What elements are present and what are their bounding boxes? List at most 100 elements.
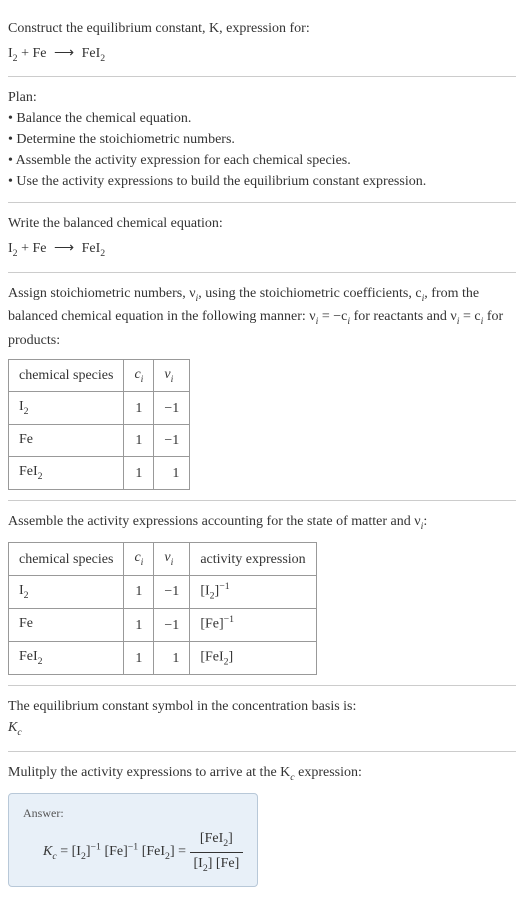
table-header-row: chemical species ci νi [9, 359, 190, 391]
eq-fei-sub: 2 [100, 53, 105, 64]
td-species: Fe [9, 424, 124, 456]
table-row: I2 1 −1 [I2]−1 [9, 575, 317, 608]
table-header-row: chemical species ci νi activity expressi… [9, 543, 317, 575]
eq-plus: + Fe [18, 46, 50, 61]
aci2: 1 [124, 642, 154, 675]
mt1: Mulitply the activity expressions to arr… [8, 765, 290, 780]
aci0: 1 [124, 575, 154, 608]
ath-ci: ci [124, 543, 154, 575]
stoich-table: chemical species ci νi I2 1 −1 Fe 1 −1 F… [8, 359, 190, 490]
table-row: FeI2 1 1 [FeI2] [9, 642, 317, 675]
th-species: chemical species [9, 359, 124, 391]
aci1: 1 [124, 608, 154, 641]
aeq: = [I [57, 844, 81, 859]
plan-item3: • Assemble the activity expression for e… [8, 150, 516, 171]
symbol-text: The equilibrium constant symbol in the c… [8, 696, 516, 717]
multiply-text: Mulitply the activity expressions to arr… [8, 762, 516, 785]
akc: K [43, 844, 52, 859]
asu1: −1 [224, 614, 234, 625]
td-species: FeI2 [9, 457, 124, 489]
intro-line1: Construct the equilibrium constant, K, e… [8, 21, 310, 36]
plan-heading: Plan: [8, 87, 516, 108]
table-row: FeI2 1 1 [9, 457, 190, 489]
ac2: ] [229, 650, 234, 665]
st4: = −c [318, 309, 347, 324]
beq-fei-sub: 2 [100, 248, 105, 259]
beq-fei: FeI [78, 241, 100, 256]
at2: : [423, 514, 427, 529]
fn1: [FeI [200, 831, 223, 846]
afei2: [FeI [138, 844, 165, 859]
frac-denominator: [I2] [Fe] [190, 853, 244, 876]
atd-species: FeI2 [9, 642, 124, 675]
sp1: Fe [19, 432, 33, 447]
symbol-section: The equilibrium constant symbol in the c… [8, 686, 516, 751]
plan-section: Plan: • Balance the chemical equation. •… [8, 77, 516, 203]
stoich-text: Assign stoichiometric numbers, νi, using… [8, 283, 516, 351]
eq-fei: FeI [78, 46, 100, 61]
ci0: 1 [124, 392, 154, 424]
afe: [Fe] [101, 844, 128, 859]
st2: , using the stoichiometric coefficients,… [198, 286, 421, 301]
ath-ci-s: i [141, 557, 144, 568]
fn1c: ] [228, 831, 233, 846]
mt2: expression: [295, 765, 362, 780]
vi0: −1 [154, 392, 190, 424]
ab1: [Fe] [200, 617, 223, 632]
ci2: 1 [124, 457, 154, 489]
asp2: FeI [19, 649, 38, 664]
at1: Assemble the activity expressions accoun… [8, 514, 421, 529]
avi2: 1 [154, 642, 190, 675]
ath-vi: νi [154, 543, 190, 575]
balanced-section: Write the balanced chemical equation: I2… [8, 203, 516, 272]
sp2: FeI [19, 464, 38, 479]
ci1: 1 [124, 424, 154, 456]
asp1: Fe [19, 616, 33, 631]
plan-item1: • Balance the chemical equation. [8, 108, 516, 129]
th-ci: ci [124, 359, 154, 391]
td-species: I2 [9, 392, 124, 424]
answer-label: Answer: [23, 804, 243, 822]
fd1c: ] [Fe] [208, 856, 240, 871]
ath-species: chemical species [9, 543, 124, 575]
kcs: c [17, 727, 21, 738]
ath-activity: activity expression [190, 543, 316, 575]
avi1: −1 [154, 608, 190, 641]
sp2s: 2 [38, 471, 43, 482]
table-row: I2 1 −1 [9, 392, 190, 424]
asu0: −1 [219, 581, 229, 592]
aact1: [Fe]−1 [190, 608, 316, 641]
plan-item4: • Use the activity expressions to build … [8, 171, 516, 192]
kc-symbol: Kc [8, 717, 516, 740]
st5: for reactants and ν [350, 309, 457, 324]
atd-species: Fe [9, 608, 124, 641]
st1: Assign stoichiometric numbers, ν [8, 286, 196, 301]
th-ci-s: i [141, 374, 144, 385]
atd-species: I2 [9, 575, 124, 608]
activity-table: chemical species ci νi activity expressi… [8, 542, 317, 675]
th-vi-s: i [171, 374, 174, 385]
aact0: [I2]−1 [190, 575, 316, 608]
vi1: −1 [154, 424, 190, 456]
ai2sup: −1 [91, 842, 101, 853]
answer-expression: Kc = [I2]−1 [Fe]−1 [FeI2] = [FeI2] [I2] … [23, 828, 243, 876]
multiply-section: Mulitply the activity expressions to arr… [8, 752, 516, 897]
balanced-equation: I2 + Fe ⟶ FeI2 [8, 238, 516, 261]
plan-item2: • Determine the stoichiometric numbers. [8, 129, 516, 150]
ath-vi-s: i [171, 557, 174, 568]
frac-numerator: [FeI2] [190, 828, 244, 852]
table-row: Fe 1 −1 [9, 424, 190, 456]
balanced-text: Write the balanced chemical equation: [8, 213, 516, 234]
arrow-icon-2: ⟶ [54, 238, 74, 259]
intro-text: Construct the equilibrium constant, K, e… [8, 18, 516, 39]
arrow-icon: ⟶ [54, 43, 74, 64]
activity-section: Assemble the activity expressions accoun… [8, 501, 516, 686]
fd1: [I [194, 856, 203, 871]
st6: = c [459, 309, 480, 324]
asp0s: 2 [24, 590, 29, 601]
aact2: [FeI2] [190, 642, 316, 675]
intro-equation: I2 + Fe ⟶ FeI2 [8, 43, 516, 66]
activity-text: Assemble the activity expressions accoun… [8, 511, 516, 534]
beq-plus: + Fe [18, 241, 50, 256]
intro-section: Construct the equilibrium constant, K, e… [8, 8, 516, 77]
